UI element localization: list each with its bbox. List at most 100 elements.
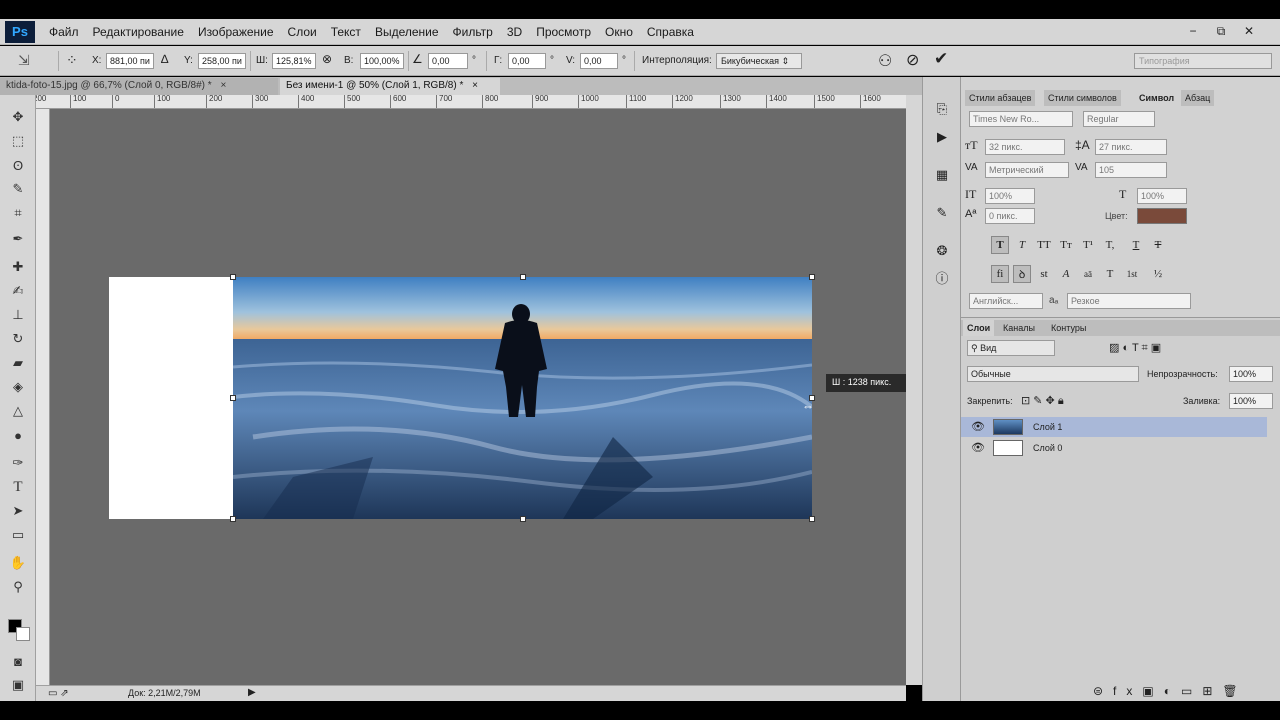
transform-handle[interactable] [230, 516, 236, 522]
angle-input[interactable]: 0,00 [428, 53, 468, 69]
minimize-button[interactable]: − [1180, 21, 1206, 41]
blend-mode-select[interactable]: Обычные [967, 366, 1139, 382]
styles-icon[interactable]: ❂ [932, 241, 952, 261]
opacity-input[interactable]: 100% [1229, 366, 1273, 382]
eraser-tool-icon[interactable]: ▰ [7, 353, 29, 373]
warp-icon[interactable]: ⚇ [878, 51, 892, 71]
delta-icon[interactable]: ∆ [161, 52, 168, 66]
width-input[interactable]: 125,81% [272, 53, 316, 69]
tab-ktida-foto[interactable]: ktida-foto-15.jpg @ 66,7% (Слой 0, RGB/8… [0, 78, 278, 95]
zoom-tool-icon[interactable]: ⚲ [7, 577, 29, 597]
move-transform-icon[interactable]: ⇲ [18, 52, 30, 69]
menu-help[interactable]: Справка [647, 25, 694, 39]
hand-tool-icon[interactable]: ✋ [7, 553, 29, 573]
font-family-select[interactable]: Times New Ro... [969, 111, 1073, 127]
transform-handle[interactable] [230, 395, 236, 401]
history-icon[interactable]: ⎘ [932, 99, 952, 119]
status-icons[interactable]: ▭ ⇗ [48, 688, 69, 699]
stylistic-alt-button[interactable]: A [1057, 265, 1075, 283]
screen-mode-icon[interactable]: ▣ [7, 675, 29, 695]
tab-paragraph[interactable]: Абзац [1181, 90, 1215, 106]
commit-transform-icon[interactable]: ✔ [934, 49, 948, 69]
quick-select-tool-icon[interactable]: ✎ [7, 179, 29, 199]
cancel-transform-icon[interactable]: ⊘ [906, 50, 919, 70]
eyedropper-tool-icon[interactable]: ✒ [7, 229, 29, 249]
crop-tool-icon[interactable]: ⌗ [7, 203, 29, 223]
path-select-icon[interactable]: ➤ [7, 501, 29, 521]
menu-view[interactable]: Просмотр [536, 25, 591, 39]
lock-icons[interactable]: ⊡ ✎ ✥ 🔒︎ [1021, 394, 1064, 408]
faux-bold-button[interactable]: T [991, 236, 1009, 254]
ligatures-button[interactable]: fi [991, 265, 1009, 283]
old-style-button[interactable]: ꝺ [1013, 265, 1031, 283]
clone-stamp-icon[interactable]: ⊥ [7, 305, 29, 325]
leading-input[interactable]: 27 пикс. [1095, 139, 1167, 155]
reference-point-icon[interactable]: ⁘ [66, 52, 78, 69]
swash-button[interactable]: st [1035, 265, 1053, 283]
menu-layers[interactable]: Слои [288, 25, 317, 39]
history-brush-icon[interactable]: ↻ [7, 329, 29, 349]
canvas-area[interactable]: ⇔ Ш : 1238 пикс. [50, 109, 906, 685]
move-tool-icon[interactable]: ✥ [7, 107, 29, 127]
baseline-shift-input[interactable]: 0 пикс. [985, 208, 1035, 224]
kerning-select[interactable]: Метрический [985, 162, 1069, 178]
healing-brush-icon[interactable]: ✚ [7, 257, 29, 277]
tab-paths[interactable]: Контуры [1047, 320, 1091, 336]
status-menu-arrow-icon[interactable]: ▶ [248, 687, 256, 698]
transform-handle[interactable] [809, 516, 815, 522]
menu-image[interactable]: Изображение [198, 25, 274, 39]
shape-tool-icon[interactable]: ▭ [7, 525, 29, 545]
superscript-button[interactable]: T¹ [1079, 236, 1097, 254]
close-window-button[interactable]: ✕ [1236, 21, 1262, 41]
tab-character-styles[interactable]: Стили символов [1044, 90, 1121, 106]
vertical-scrollbar[interactable] [906, 95, 922, 685]
fractions-button[interactable]: ½ [1149, 265, 1167, 283]
menu-file[interactable]: Файл [49, 25, 79, 39]
tab-character[interactable]: Символ [1135, 90, 1179, 106]
type-tool-icon[interactable]: T [7, 477, 29, 497]
transform-handle[interactable] [809, 274, 815, 280]
transform-handle[interactable] [520, 516, 526, 522]
faux-italic-button[interactable]: T [1013, 236, 1031, 254]
tracking-input[interactable]: 105 [1095, 162, 1167, 178]
menu-window[interactable]: Окно [605, 25, 633, 39]
ordinals-button[interactable]: 1st [1123, 265, 1141, 283]
horizontal-scale-input[interactable]: 100% [1137, 188, 1187, 204]
menu-select[interactable]: Выделение [375, 25, 439, 39]
menu-filter[interactable]: Фильтр [453, 25, 493, 39]
brush-tool-icon[interactable]: ✍ [7, 281, 29, 301]
restore-button[interactable]: ⧉ [1208, 21, 1234, 41]
font-style-select[interactable]: Regular [1083, 111, 1155, 127]
lasso-tool-icon[interactable]: ʘ [7, 155, 29, 175]
height-input[interactable]: 100,00% [360, 53, 404, 69]
titling-alt-button[interactable]: aā [1079, 265, 1097, 283]
subscript-button[interactable]: T, [1101, 236, 1119, 254]
visibility-eye-icon[interactable]: 👁︎ [971, 441, 985, 454]
layer-row[interactable]: 👁︎ Слой 0 [961, 438, 1267, 458]
paint-bucket-icon[interactable]: ◈ [7, 377, 29, 397]
vertical-scale-input[interactable]: 100% [985, 188, 1035, 204]
ornaments-button[interactable]: T [1101, 265, 1119, 283]
language-select[interactable]: Английск... [969, 293, 1043, 309]
x-input[interactable]: 881,00 пи [106, 53, 154, 69]
tab-channels[interactable]: Каналы [999, 320, 1039, 336]
link-icon[interactable]: ⊗ [322, 52, 332, 66]
menu-3d[interactable]: 3D [507, 25, 522, 39]
blur-tool-icon[interactable]: △ [7, 401, 29, 421]
strikethrough-button[interactable]: T [1149, 236, 1167, 254]
background-color-swatch[interactable] [16, 627, 30, 641]
dodge-tool-icon[interactable]: ● [7, 425, 29, 445]
layer-filter-icons[interactable]: ▨ ◐ T ⌗ ▣ [1109, 341, 1161, 355]
info-icon[interactable]: ⓘ [932, 267, 952, 287]
small-caps-button[interactable]: Tт [1057, 236, 1075, 254]
antialias-select[interactable]: Резкое [1067, 293, 1191, 309]
underline-button[interactable]: T [1127, 236, 1145, 254]
workspace-select[interactable]: Типография [1134, 53, 1272, 69]
adjustments-icon[interactable]: ✎ [932, 203, 952, 223]
visibility-eye-icon[interactable]: 👁︎ [971, 420, 985, 433]
transformed-layer-photo[interactable] [233, 277, 812, 519]
actions-play-icon[interactable]: ▶ [932, 127, 952, 147]
tab-layers[interactable]: Слои [963, 320, 995, 336]
all-caps-button[interactable]: TT [1035, 236, 1053, 254]
quick-mask-icon[interactable]: ◙ [7, 651, 29, 671]
